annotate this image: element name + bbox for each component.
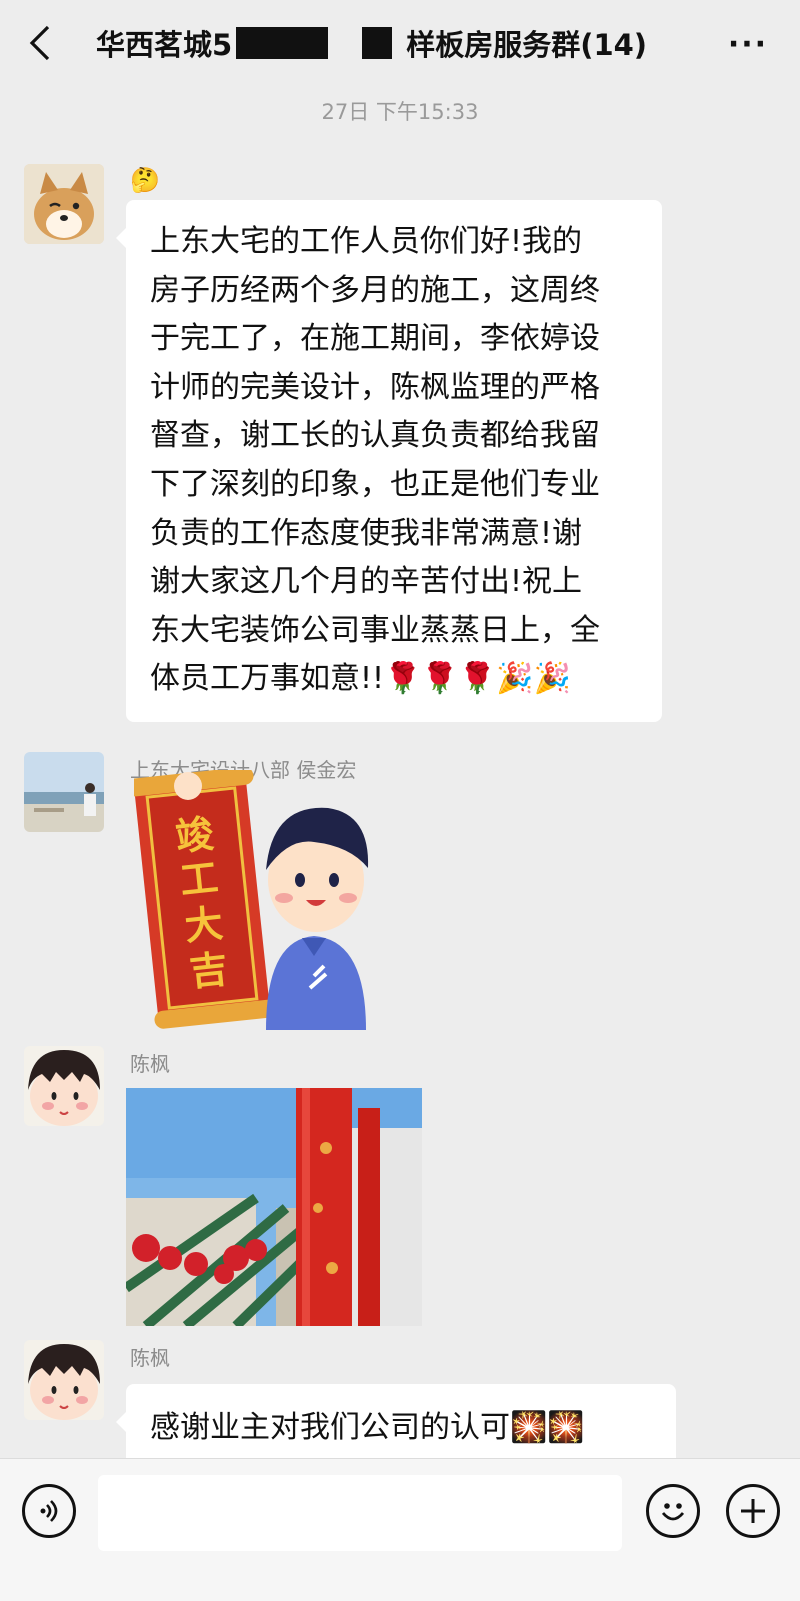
message-line: 下了深刻的印象，也正是他们专业 [150, 466, 600, 502]
sticker-char: 大 [183, 901, 225, 949]
title-prefix: 华西茗城5 [96, 28, 233, 62]
completion-sticker[interactable]: 竣 工 大 吉 [134, 770, 374, 1030]
voice-button[interactable] [22, 1484, 76, 1538]
back-button[interactable] [18, 18, 62, 68]
avatar[interactable] [24, 1340, 104, 1420]
avatar[interactable] [24, 164, 104, 244]
red-banner-photo[interactable] [126, 1088, 422, 1326]
message-line: 计师的完美设计，陈枫监理的严格 [150, 369, 600, 405]
message-line: 房子历经两个多月的施工，这周终 [150, 272, 600, 308]
emoji-icon [661, 1503, 685, 1521]
sticker-char: 竣 [173, 812, 215, 860]
sticker-char: 吉 [187, 947, 229, 995]
chat-title: 华西茗城5 样板房服务群(14) [96, 22, 706, 66]
message-line: 体员工万事如意!!🌹🌹🌹🎉🎉 [150, 661, 571, 697]
plus-button[interactable] [726, 1484, 780, 1538]
message-line: 于完工了，在施工期间，李依婷设 [150, 321, 600, 357]
emoji-button[interactable] [646, 1484, 700, 1538]
chevron-left-icon [29, 25, 50, 61]
message-line: 东大宅装饰公司事业蒸蒸日上，全 [150, 612, 600, 648]
message-line: 上东大宅的工作人员你们好!我的 [150, 224, 583, 259]
message-line: 谢大家这几个月的辛苦付出!祝上 [150, 564, 583, 600]
cartoon-girl-avatar-icon [24, 1046, 104, 1126]
avatar[interactable] [24, 1046, 104, 1126]
message-line: 督查，谢工长的认真负责都给我留 [150, 418, 600, 454]
title-suffix: 样板房服务群(14) [406, 28, 648, 62]
plus-icon [741, 1499, 765, 1523]
voice-icon [40, 1500, 58, 1522]
message-timestamp: 27日 下午15:33 [321, 100, 479, 124]
redaction-block [362, 27, 393, 59]
bottom-safe-area [0, 1576, 800, 1600]
thinking-emoji-icon: 🤔 [130, 166, 160, 194]
beach-photo-avatar-icon [24, 752, 104, 832]
shiba-dog-avatar-icon [24, 164, 104, 244]
message-bubble[interactable]: 上东大宅的工作人员你们好!我的 房子历经两个多月的施工，这周终 于完工了，在施工… [116, 200, 662, 722]
message-text: 感谢业主对我们公司的认可🎇🎇 [150, 1410, 585, 1445]
sticker-char: 工 [178, 855, 220, 903]
more-button[interactable]: ··· [718, 24, 778, 64]
chat-header: 华西茗城5 样板房服务群(14) ··· [0, 0, 800, 90]
cartoon-girl-avatar-icon [24, 1340, 104, 1420]
message-line: 负责的工作态度使我非常满意!谢 [150, 515, 583, 551]
more-icon: ··· [727, 26, 769, 62]
redaction-block [236, 27, 329, 59]
sender-name: 陈枫 [130, 1052, 170, 1076]
avatar[interactable] [24, 752, 104, 832]
message-input[interactable] [98, 1475, 622, 1551]
sender-name: 陈枫 [130, 1346, 170, 1370]
